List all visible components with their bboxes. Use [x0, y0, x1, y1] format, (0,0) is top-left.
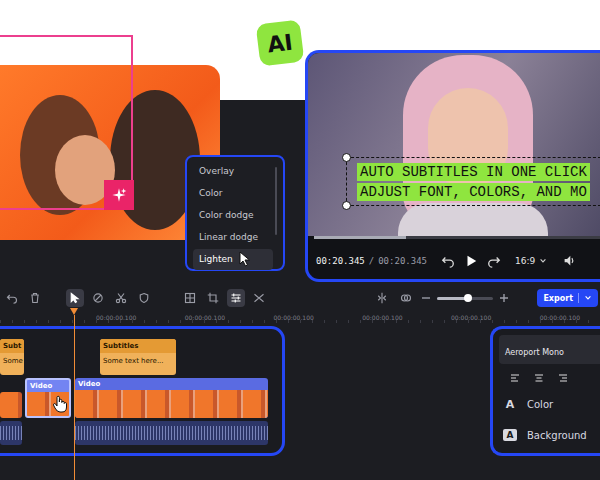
timeline-track — [0, 421, 282, 445]
toolbar: Export — [0, 287, 600, 309]
zoom-in-icon[interactable] — [499, 293, 509, 303]
chevron-down-icon — [584, 294, 592, 302]
blend-mode-item[interactable]: Linear dodge — [193, 227, 273, 248]
align-left-button[interactable] — [505, 370, 525, 386]
ruler-label: 00:00:00.100 — [96, 314, 136, 321]
align-right-icon — [558, 373, 568, 383]
color-icon: A — [503, 398, 517, 411]
timeline-panel: SubtSome SubtitlesSome text here...VideoV… — [0, 326, 285, 456]
pointer-tool[interactable] — [66, 289, 84, 307]
sparkle-button[interactable] — [104, 180, 134, 210]
ruler-label: 00:00:00.100 — [362, 314, 402, 321]
undo-icon[interactable] — [441, 254, 455, 268]
shield-icon — [138, 292, 150, 304]
eraser-icon — [92, 292, 104, 304]
subtitle-box[interactable]: AUTO SUBTITLES IN ONE CLICK ADJUST FONT, … — [346, 157, 600, 206]
transition-tool[interactable] — [250, 289, 268, 307]
ruler-label: 00:00:00.100 — [451, 314, 491, 321]
playhead[interactable] — [70, 308, 78, 480]
crop-tool[interactable] — [204, 289, 222, 307]
shield-tool[interactable] — [135, 289, 153, 307]
audio-clip[interactable] — [0, 421, 22, 445]
ruler-label: 00:00:00.100 — [540, 314, 580, 321]
split-tool[interactable] — [373, 289, 391, 307]
link-icon — [400, 292, 412, 304]
timeline-ruler[interactable]: 00:00:00.100 00:00:00.100 00:00:00.100 00:0… — [0, 311, 600, 323]
scissors-icon — [115, 292, 127, 304]
subtitle-line[interactable]: AUTO SUBTITLES IN ONE CLICK — [357, 163, 590, 181]
adjust-icon — [230, 292, 242, 304]
crop-icon — [207, 292, 219, 304]
hand-cursor-icon — [52, 395, 68, 413]
blend-mode-menu: OverlayColorColor dodgeLinear dodgeLight… — [185, 155, 285, 271]
progress-bar[interactable] — [314, 236, 600, 239]
ai-badge: AI — [256, 19, 305, 66]
align-center-button[interactable] — [529, 370, 549, 386]
undo-tool[interactable] — [3, 289, 21, 307]
time-display: 00:20.345/00:20.345 — [316, 256, 427, 266]
color-row[interactable]: AColor — [499, 392, 600, 417]
video-clip[interactable] — [0, 392, 22, 418]
eraser-tool[interactable] — [89, 289, 107, 307]
font-dropdown[interactable]: Aeroport Mono — [499, 335, 600, 364]
background-row[interactable]: ABackground — [499, 423, 600, 447]
chevron-down-icon — [539, 257, 547, 265]
blend-mode-item[interactable]: Color dodge — [193, 205, 273, 226]
transition-icon — [253, 292, 265, 304]
link-tool[interactable] — [397, 289, 415, 307]
video-clip[interactable]: Video — [75, 378, 268, 418]
aspect-dropdown[interactable]: 16:9 — [515, 256, 547, 266]
editor-promo: AI AUTO SUBTITLES IN ONE CLICK ADJUST FONT… — [0, 0, 600, 480]
blend-mode-item[interactable]: Color — [193, 183, 273, 204]
trash-icon — [29, 292, 41, 304]
text-style-panel: Aeroport Mono AColor ABackground — [490, 326, 600, 456]
undo-icon — [6, 292, 18, 304]
zoom-out-icon[interactable] — [421, 293, 431, 303]
sparkle-icon — [111, 187, 127, 203]
zoom-slider[interactable] — [437, 297, 493, 300]
align-center-icon — [534, 373, 544, 383]
play-icon[interactable] — [464, 254, 478, 268]
volume-icon[interactable] — [563, 254, 576, 267]
trash-tool[interactable] — [26, 289, 44, 307]
blend-mode-item[interactable]: Overlay — [193, 161, 273, 182]
player-controls: 00:20.345/00:20.345 16:9 — [308, 236, 600, 282]
video-preview: AUTO SUBTITLES IN ONE CLICK ADJUST FONT, … — [305, 50, 600, 282]
subtitle-clip[interactable]: SubtSome — [0, 339, 24, 375]
grid-tool[interactable] — [181, 289, 199, 307]
ai-label: AI — [266, 29, 294, 57]
menu-scrollbar[interactable] — [275, 167, 277, 235]
ruler-label: 00:00:00.100 — [273, 314, 313, 321]
adjust-tool[interactable] — [227, 289, 245, 307]
timeline-track: VideoVideo — [0, 378, 282, 418]
split-icon — [376, 292, 388, 304]
woman-photo — [308, 53, 600, 236]
grid-icon — [184, 292, 196, 304]
align-right-button[interactable] — [553, 370, 573, 386]
ruler-label: 00:00:00.100 — [185, 314, 225, 321]
subtitle-clip[interactable]: SubtitlesSome text here... — [100, 339, 176, 375]
subtitle-line[interactable]: ADJUST FONT, COLORS, AND MO — [357, 183, 590, 201]
export-button[interactable]: Export — [537, 289, 598, 307]
audio-clip[interactable] — [75, 421, 268, 445]
scissors-tool[interactable] — [112, 289, 130, 307]
background-icon: A — [503, 429, 517, 441]
blend-mode-item[interactable]: Lighten — [193, 249, 273, 270]
pointer-icon — [69, 292, 81, 304]
redo-icon[interactable] — [487, 254, 501, 268]
timeline-track: SubtSome SubtitlesSome text here... — [0, 339, 282, 375]
align-left-icon — [510, 373, 520, 383]
arrow-cursor-icon — [239, 251, 251, 267]
